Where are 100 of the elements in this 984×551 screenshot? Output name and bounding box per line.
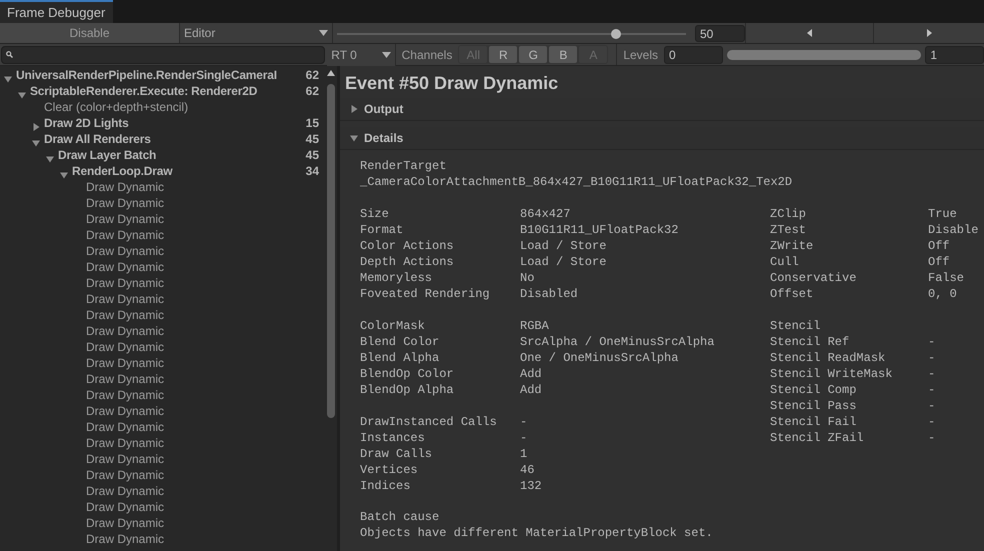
property-value: One / OneMinusSrcAlpha xyxy=(520,350,678,366)
tree-item[interactable]: Draw Dynamic xyxy=(86,260,164,274)
levels-range-slider[interactable] xyxy=(726,50,922,60)
tree-item[interactable]: Draw Layer Batch xyxy=(58,148,156,162)
tree-item[interactable]: Draw Dynamic xyxy=(86,228,164,242)
property-label: BlendOp Color xyxy=(360,366,455,382)
property-label: Depth Actions xyxy=(360,254,455,270)
property-label: DrawInstanced Calls xyxy=(360,414,498,430)
channel-toggle[interactable]: R xyxy=(489,46,518,63)
tree-item[interactable]: Draw Dynamic xyxy=(86,484,164,498)
tree-item[interactable]: Draw Dynamic xyxy=(86,244,164,258)
tree-item[interactable]: Draw Dynamic xyxy=(86,532,164,546)
tree-item[interactable]: Draw Dynamic xyxy=(86,452,164,466)
property-value: - xyxy=(928,334,936,350)
expanded-triangle-icon[interactable] xyxy=(18,91,26,99)
tree-item[interactable]: Draw Dynamic xyxy=(86,196,164,210)
property-value: 46 xyxy=(520,462,534,478)
expanded-triangle-icon[interactable] xyxy=(60,171,68,179)
property-value: - xyxy=(928,382,936,398)
property-value: Load / Store xyxy=(520,254,606,270)
tree-item[interactable]: Draw Dynamic xyxy=(86,420,164,434)
tree-item[interactable]: Draw Dynamic xyxy=(86,340,164,354)
tree-item[interactable]: Draw Dynamic xyxy=(86,212,164,226)
property-label: Foveated Rendering xyxy=(360,286,491,302)
property-label: ZWrite xyxy=(770,238,814,254)
expanded-triangle-icon[interactable] xyxy=(4,75,12,83)
property-label: Stencil ZFail xyxy=(770,430,865,446)
property-label: Color Actions xyxy=(360,238,455,254)
tree-item[interactable]: Draw Dynamic xyxy=(86,516,164,530)
property-value: Add xyxy=(520,366,542,382)
levels-max-field[interactable]: 1 xyxy=(925,46,984,64)
tree-item[interactable]: Draw Dynamic xyxy=(86,356,164,370)
property-label: Draw Calls xyxy=(360,446,434,462)
property-value: Off xyxy=(928,238,950,254)
dropdown-caret-icon xyxy=(319,30,328,36)
expanded-triangle-icon[interactable] xyxy=(350,134,358,142)
property-value: Load / Store xyxy=(520,238,606,254)
tree-item[interactable]: Clear (color+depth+stencil) xyxy=(44,100,188,114)
property-label: Memoryless xyxy=(360,270,434,286)
property-label: Conservative xyxy=(770,270,858,286)
render-target-dropdown[interactable]: RT 0 xyxy=(327,44,396,66)
channel-toggle[interactable]: B xyxy=(549,46,578,63)
tree-item[interactable]: Draw Dynamic xyxy=(86,324,164,338)
property-label: Stencil Ref xyxy=(770,334,850,350)
tree-item[interactable]: Draw Dynamic xyxy=(86,388,164,402)
expanded-triangle-icon[interactable] xyxy=(32,139,40,147)
tree-item[interactable]: Draw Dynamic xyxy=(86,308,164,322)
window-tab[interactable]: Frame Debugger xyxy=(0,0,114,23)
property-label: Cull xyxy=(770,254,800,270)
tree-item[interactable]: UniversalRenderPipeline.RenderSingleCameraI xyxy=(16,68,277,82)
property-label: Size xyxy=(360,206,390,222)
tree-item[interactable]: ScriptableRenderer.Execute: Renderer2D xyxy=(30,84,258,98)
property-value: Disable xyxy=(928,222,978,238)
tree-item[interactable]: Draw Dynamic xyxy=(86,436,164,450)
tree-item[interactable]: RenderLoop.Draw xyxy=(72,164,172,178)
tree-item[interactable]: Draw Dynamic xyxy=(86,372,164,386)
tree-item[interactable]: Draw Dynamic xyxy=(86,276,164,290)
property-value: RGBA xyxy=(520,318,549,334)
collapsed-triangle-icon[interactable] xyxy=(350,105,358,113)
event-number-field[interactable]: 50 xyxy=(695,25,745,42)
expanded-triangle-icon[interactable] xyxy=(46,155,54,163)
event-count: 62 xyxy=(306,84,319,98)
property-value: - xyxy=(928,350,936,366)
tree-item[interactable]: Draw 2D Lights xyxy=(44,116,129,130)
property-value: - xyxy=(928,366,936,382)
property-label: Stencil xyxy=(770,318,822,334)
event-count: 34 xyxy=(306,164,319,178)
tree-item[interactable]: Draw Dynamic xyxy=(86,500,164,514)
tree-item[interactable]: Draw All Renderers xyxy=(44,132,151,146)
property-label: Stencil Pass xyxy=(770,398,858,414)
tree-item[interactable]: Draw Dynamic xyxy=(86,404,164,418)
property-value: Objects have different MaterialPropertyBlock set. xyxy=(360,525,714,541)
search-field[interactable] xyxy=(1,46,326,64)
left-triangle-icon xyxy=(807,29,812,37)
channel-toggle[interactable]: G xyxy=(519,46,548,63)
property-value: - xyxy=(928,398,936,414)
channels-label: Channels xyxy=(400,48,454,62)
dropdown-caret-icon xyxy=(382,52,391,58)
tree-item[interactable]: Draw Dynamic xyxy=(86,180,164,194)
collapsed-triangle-icon[interactable] xyxy=(32,123,40,131)
property-label: Stencil Comp xyxy=(770,382,858,398)
tree-item[interactable]: Draw Dynamic xyxy=(86,292,164,306)
event-count: 45 xyxy=(306,132,319,146)
property-label: Stencil Fail xyxy=(770,414,858,430)
event-count: 45 xyxy=(306,148,319,162)
property-value: 1 xyxy=(520,446,528,462)
scroll-up-icon[interactable] xyxy=(327,70,335,76)
property-label: Offset xyxy=(770,286,814,302)
right-triangle-icon xyxy=(926,29,932,37)
disable-button[interactable]: Disable xyxy=(0,23,180,43)
property-label: Indices xyxy=(360,478,412,494)
property-label: Stencil ReadMask xyxy=(770,350,886,366)
property-value: SrcAlpha / OneMinusSrcAlpha xyxy=(520,334,714,350)
property-value: 864x427 xyxy=(520,206,570,222)
property-label: Blend Alpha xyxy=(360,350,440,366)
property-value: B10G11R11_UFloatPack32 xyxy=(520,222,678,238)
tree-item[interactable]: Draw Dynamic xyxy=(86,468,164,482)
event-count: 62 xyxy=(306,68,319,82)
property-label: Format xyxy=(360,222,404,238)
levels-min-field[interactable]: 0 xyxy=(664,46,723,64)
